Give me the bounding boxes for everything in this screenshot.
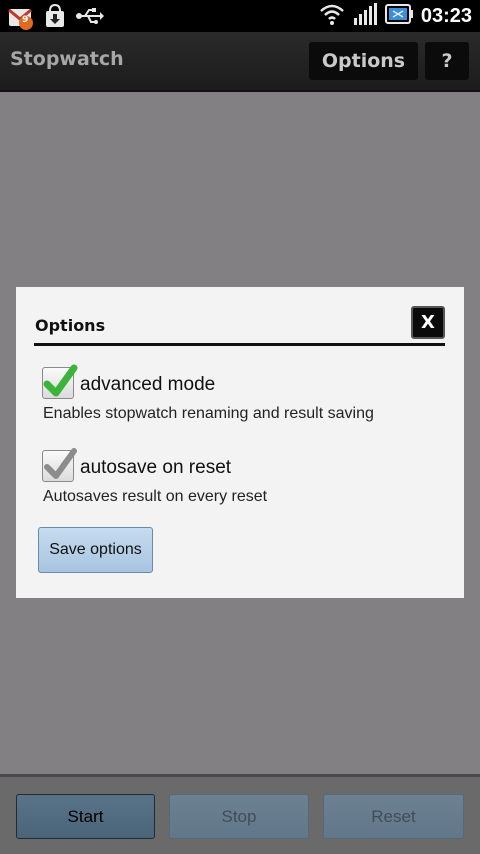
options-dialog: Options X advanced mode Enables stopwatc… [16, 287, 464, 598]
stop-button[interactable]: Stop [169, 794, 309, 839]
autosave-description: Autosaves result on every reset [43, 488, 268, 505]
usb-icon [76, 6, 104, 30]
advanced-mode-checkbox[interactable] [42, 364, 78, 399]
start-button[interactable]: Start [16, 794, 155, 839]
options-button[interactable]: Options [309, 42, 418, 80]
battery-icon [384, 3, 413, 29]
clock-time: 03:23 [420, 4, 472, 27]
market-download-icon [44, 3, 66, 33]
help-button[interactable]: ? [425, 42, 469, 80]
check-gray-icon [44, 448, 77, 479]
close-button[interactable]: X [411, 306, 445, 339]
app-title-bar: Stopwatch Options ? [0, 32, 480, 92]
notification-count: 9 [22, 15, 29, 25]
save-options-button[interactable]: Save options [38, 527, 153, 573]
reset-button[interactable]: Reset [323, 794, 464, 839]
check-green-icon [43, 364, 78, 397]
app-title: Stopwatch [10, 48, 124, 70]
signal-icon [353, 2, 377, 30]
status-bar: 9 03:23 [0, 0, 480, 32]
status-bar-left: 9 [8, 3, 104, 33]
bottom-button-bar: Start Stop Reset [0, 774, 480, 854]
autosave-label: autosave on reset [80, 457, 232, 478]
autosave-checkbox[interactable] [42, 448, 77, 482]
advanced-mode-label: advanced mode [80, 374, 216, 395]
dialog-divider [34, 343, 445, 346]
advanced-mode-description: Enables stopwatch renaming and result sa… [43, 405, 374, 422]
status-bar-right: 03:23 [319, 2, 472, 30]
gmail-notification-icon: 9 [8, 6, 34, 30]
wifi-icon [319, 2, 345, 30]
dialog-title: Options [35, 316, 106, 335]
